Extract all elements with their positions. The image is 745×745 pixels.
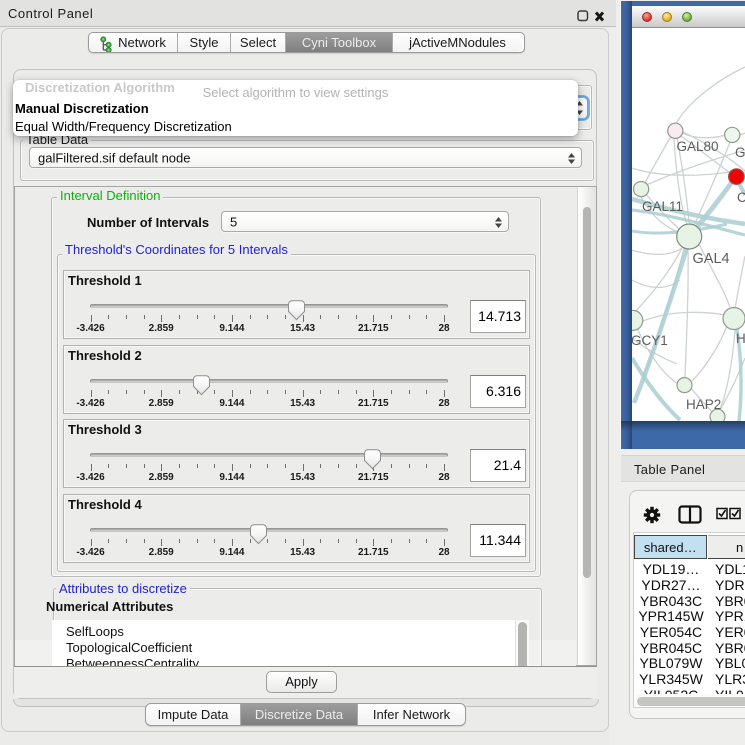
svg-text:HAP2: HAP2 bbox=[686, 397, 721, 412]
svg-text:GAL4: GAL4 bbox=[693, 251, 730, 267]
svg-text:GCY1: GCY1 bbox=[632, 333, 668, 348]
svg-text:C: C bbox=[737, 190, 745, 205]
svg-text:GAL80: GAL80 bbox=[677, 139, 719, 154]
svg-text:H: H bbox=[736, 331, 745, 346]
svg-text:GAL11: GAL11 bbox=[642, 199, 683, 214]
svg-text:GA: GA bbox=[735, 145, 745, 160]
